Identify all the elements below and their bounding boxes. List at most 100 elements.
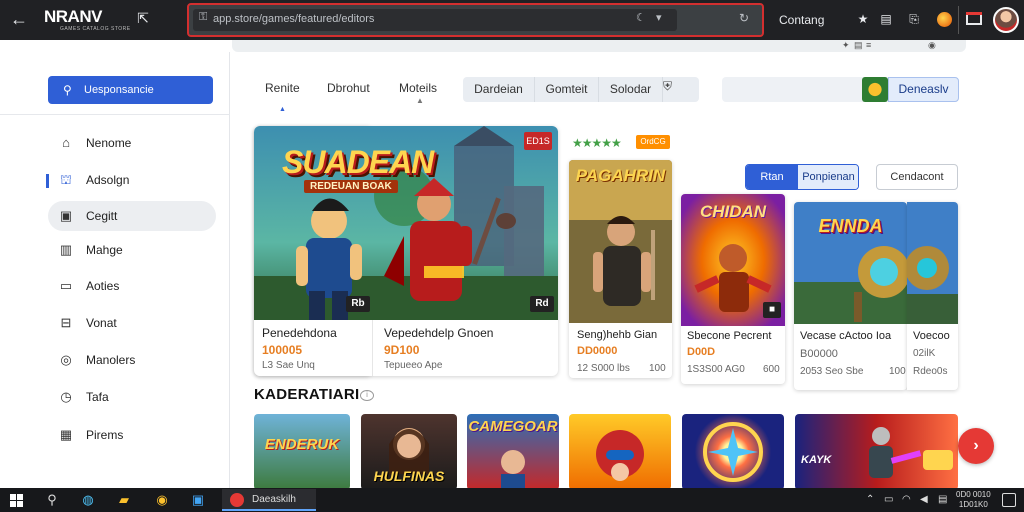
search-icon[interactable]: ⚲ xyxy=(44,492,60,508)
age-badge: Rb xyxy=(346,296,370,312)
rewards-icon[interactable] xyxy=(937,12,952,27)
sidebar-item-store[interactable]: ⛫ Adsolgn xyxy=(48,165,216,195)
network-icon[interactable]: ▭ xyxy=(884,494,893,505)
segment-solodar[interactable]: Solodar xyxy=(599,77,663,102)
account-label[interactable]: Contang xyxy=(779,13,824,27)
help-icon[interactable]: ◉ xyxy=(928,40,936,51)
edge-browser-icon[interactable]: ◍ xyxy=(80,492,96,508)
game-thumbnail[interactable]: CAMEGOAR xyxy=(467,414,559,490)
info-icon[interactable]: i xyxy=(360,390,374,401)
browser-toolbar: ← NRANV GAMES CATALOG STORE ⇱ ⚿ app.stor… xyxy=(0,0,1024,40)
volume-icon[interactable]: ◀ xyxy=(920,494,928,505)
store-app-icon[interactable]: ▣ xyxy=(190,492,206,508)
card-title[interactable]: Vecase cActoo Ioa xyxy=(800,330,891,342)
game-logo-art: PAGAHRIN xyxy=(575,166,666,185)
language-icon[interactable]: ▤ xyxy=(938,494,947,505)
card-price: D00D xyxy=(687,346,716,358)
card-meta: Tepueeo Ape xyxy=(384,360,443,371)
address-url[interactable]: app.store/games/featured/editors xyxy=(213,13,374,25)
wifi-icon[interactable]: ◠ xyxy=(902,494,911,505)
game-thumbnail[interactable] xyxy=(682,414,784,490)
notification-icon[interactable] xyxy=(1002,493,1016,507)
site-logo-tagline: GAMES CATALOG STORE xyxy=(60,26,131,32)
filter-icon[interactable]: ✦ xyxy=(842,40,850,51)
grid-icon: ▣ xyxy=(59,208,73,223)
game-thumbnail[interactable] xyxy=(569,414,671,490)
card-meta: 100 xyxy=(889,366,906,377)
game-card[interactable]: CHIDAN ■ Sbecone Pecrent D00D 1S3S00 AG0… xyxy=(681,194,785,384)
card-meta: Rdeo0s xyxy=(913,366,948,377)
star-rating-icon: ★★★★★ xyxy=(572,136,622,150)
sidebar: ⚲ Uesponsancie ⌂ Nenome ⛫ Adsolgn ▣ Cegi… xyxy=(0,52,230,488)
rating-row: ★★★★★ OrdCG xyxy=(572,134,670,150)
extensions-icon[interactable]: ⎘ xyxy=(906,11,922,27)
list-icon[interactable]: ▤ xyxy=(854,40,863,51)
share-icon[interactable]: ⇱ xyxy=(134,10,152,28)
secondary-button[interactable]: Ponpienan xyxy=(798,165,858,189)
sidebar-search-button[interactable]: ⚲ Uesponsancie xyxy=(48,76,213,104)
primary-button[interactable]: Rtan xyxy=(746,165,798,189)
thumbnail-logo-art: HULFINAS xyxy=(373,468,445,484)
toolbar-divider xyxy=(958,6,959,34)
card-price: B00000 xyxy=(800,348,838,360)
address-bar[interactable]: ⚿ app.store/games/featured/editors ☾ ▾ ↻ xyxy=(187,3,764,37)
sidebar-item-circle[interactable]: ◎ Manolers xyxy=(48,345,216,375)
card-title[interactable]: Voecoo xyxy=(913,330,950,342)
game-thumbnail[interactable]: KAYK xyxy=(795,414,958,490)
avatar[interactable] xyxy=(993,7,1019,33)
next-arrow-button[interactable]: › xyxy=(958,428,994,464)
tab-renite[interactable]: Renite xyxy=(265,74,300,124)
game-card[interactable]: Voecoo 02ilK Rdeo0s xyxy=(907,202,958,390)
game-thumbnail[interactable]: ENDERUK xyxy=(254,414,350,490)
chrome-icon[interactable]: ◉ xyxy=(154,492,170,508)
game-card[interactable]: PAGAHRIN Seng)hehb Gian DD0000 12 S000 l… xyxy=(569,160,672,378)
sidebar-item-grid[interactable]: ▣ Cegitt xyxy=(48,201,216,231)
sidebar-item-label: Tafa xyxy=(86,390,109,404)
file-explorer-icon[interactable]: ▰ xyxy=(116,492,132,508)
card-title[interactable]: Vepedehdelp Gnoen xyxy=(384,326,493,340)
segment-gomteit[interactable]: Gomteit xyxy=(535,77,599,102)
sidebar-item-doc[interactable]: ▭ Aoties xyxy=(48,271,216,301)
tab-dbrohut[interactable]: Dbrohut xyxy=(327,74,370,102)
sidebar-item-book[interactable]: ▥ Mahge xyxy=(48,235,216,265)
bookmark-icon[interactable]: ☾ xyxy=(636,11,646,24)
filter-button[interactable]: Deneaslv xyxy=(888,77,959,102)
windows-start-icon[interactable] xyxy=(10,494,23,507)
sidebar-item-calendar[interactable]: ▦ Pirems xyxy=(48,420,216,450)
site-logo[interactable]: NRANV xyxy=(44,8,102,26)
outline-button[interactable]: Cendacont xyxy=(876,164,958,190)
sidebar-item-inbox[interactable]: ⊟ Vonat xyxy=(48,308,216,338)
card-price: DD0000 xyxy=(577,345,618,357)
taskbar-app-label: Daeaskilh xyxy=(252,494,296,505)
system-clock[interactable]: 0D0 0010 1D01K0 xyxy=(956,490,991,510)
sidebar-item-clock[interactable]: ◷ Tafa xyxy=(48,382,216,412)
app-icon xyxy=(230,493,244,507)
age-badge: Rd xyxy=(530,296,554,312)
settings-icon[interactable]: ≡ xyxy=(866,40,871,50)
reload-icon[interactable]: ↻ xyxy=(739,11,749,25)
segment-dardeian[interactable]: Dardeian xyxy=(463,77,535,102)
back-arrow-icon[interactable]: ← xyxy=(8,8,30,30)
dropdown-icon[interactable]: ▾ xyxy=(656,11,662,24)
tab-icon[interactable]: ▤ xyxy=(878,11,894,27)
featured-card[interactable]: SUADEAN REDEUAN BOAK ED1S Rb Rd Penedehd… xyxy=(254,126,558,376)
card-title[interactable]: Seng)hehb Gian xyxy=(577,329,657,341)
rating-badge: OrdCG xyxy=(636,135,670,149)
game-logo-art: CHIDAN xyxy=(699,202,767,221)
game-thumbnail[interactable]: HULFINAS xyxy=(361,414,457,490)
tray-chevron-icon[interactable]: ⌃ xyxy=(866,494,874,505)
star-icon[interactable]: ★ xyxy=(855,11,871,27)
featured-subtitle-art: REDEUAN BOAK xyxy=(304,180,398,193)
card-title[interactable]: Penedehdona xyxy=(262,326,337,340)
sidebar-item-home[interactable]: ⌂ Nenome xyxy=(48,128,216,158)
shield-icon[interactable]: ⛨ xyxy=(663,79,672,94)
taskbar-active-app[interactable]: Daeaskilh xyxy=(222,489,316,511)
book-icon: ▥ xyxy=(59,242,73,257)
clock-time: 0D0 0010 xyxy=(956,490,991,499)
mail-icon[interactable] xyxy=(966,12,982,25)
main-tab-bar: Renite Dbrohut Moteils ▲ Dardeian Gomtei… xyxy=(232,74,1012,124)
card-title[interactable]: Sbecone Pecrent xyxy=(687,330,771,342)
filter-badge-icon[interactable] xyxy=(862,77,888,102)
game-card[interactable]: ENNDA Vecase cActoo Ioa B00000 2053 Seo … xyxy=(794,202,907,390)
card-meta: 600 xyxy=(763,364,780,375)
